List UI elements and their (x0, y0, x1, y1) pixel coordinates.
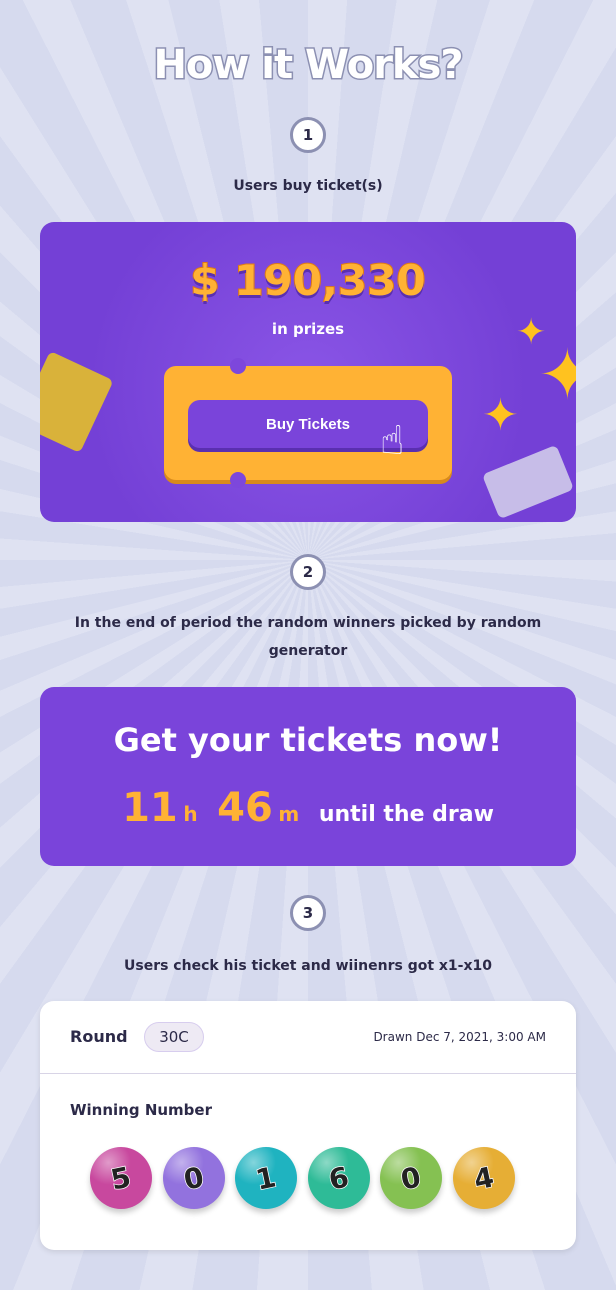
minutes-unit: m (278, 802, 300, 826)
ticket-right-icon (481, 444, 575, 520)
hours-value: 11 (122, 785, 178, 831)
winning-ball: 6 (307, 1147, 370, 1209)
ticket-notch (230, 358, 246, 374)
countdown-headline: Get your tickets now! (113, 721, 503, 759)
ticket-graphic: Buy Tickets ☝ (164, 358, 452, 488)
ball-digit: 5 (107, 1159, 134, 1197)
countdown-card: Get your tickets now! 11 h 46 m until th… (40, 687, 576, 866)
prize-subtitle: in prizes (271, 320, 345, 338)
page-title: How it Works? (152, 41, 465, 90)
star-icon: ✦ (538, 334, 576, 416)
step-badge-2: 2 (290, 554, 326, 590)
ball-digit: 1 (252, 1159, 279, 1197)
result-card: Round 30C Drawn Dec 7, 2021, 3:00 AM Win… (40, 1001, 576, 1250)
round-label: Round (70, 1027, 128, 1046)
drawn-date: Drawn Dec 7, 2021, 3:00 AM (373, 1030, 546, 1044)
step-caption-1: Users buy ticket(s) (233, 178, 383, 194)
round-badge[interactable]: 30C (144, 1022, 204, 1052)
countdown-suffix: until the draw (318, 802, 494, 827)
star-icon: ✦ (482, 390, 519, 441)
step-badge-1: 1 (290, 117, 326, 153)
ball-digit: 4 (470, 1159, 497, 1197)
divider (40, 1073, 576, 1074)
ball-digit: 0 (180, 1159, 207, 1197)
hours-unit: h (183, 802, 198, 826)
prize-amount: $ 190,330 (189, 255, 426, 306)
ticket-notch (230, 472, 246, 488)
step-caption-3: Users check his ticket and wiinenrs got … (124, 958, 492, 974)
step-caption-2: In the end of period the random winners … (74, 615, 542, 659)
winning-ball: 0 (380, 1147, 442, 1209)
pointer-hand-icon: ☝ (380, 418, 405, 464)
minutes-value: 46 (217, 785, 273, 831)
winning-number-label: Winning Number (70, 1101, 212, 1119)
ticket-left-icon (40, 350, 114, 454)
step-badge-3: 3 (290, 895, 326, 931)
countdown-timer: 11 h 46 m until the draw (40, 785, 576, 831)
prize-card: $ 190,330 in prizes ✦ ✦ ✦ Buy Tickets ☝ (40, 222, 576, 522)
ball-digit: 6 (325, 1159, 352, 1197)
ball-digit: 0 (397, 1159, 424, 1197)
winning-ball: 0 (162, 1147, 225, 1209)
winning-ball: 5 (90, 1147, 152, 1209)
winning-ball: 1 (235, 1147, 297, 1209)
winning-ball: 4 (452, 1147, 515, 1209)
